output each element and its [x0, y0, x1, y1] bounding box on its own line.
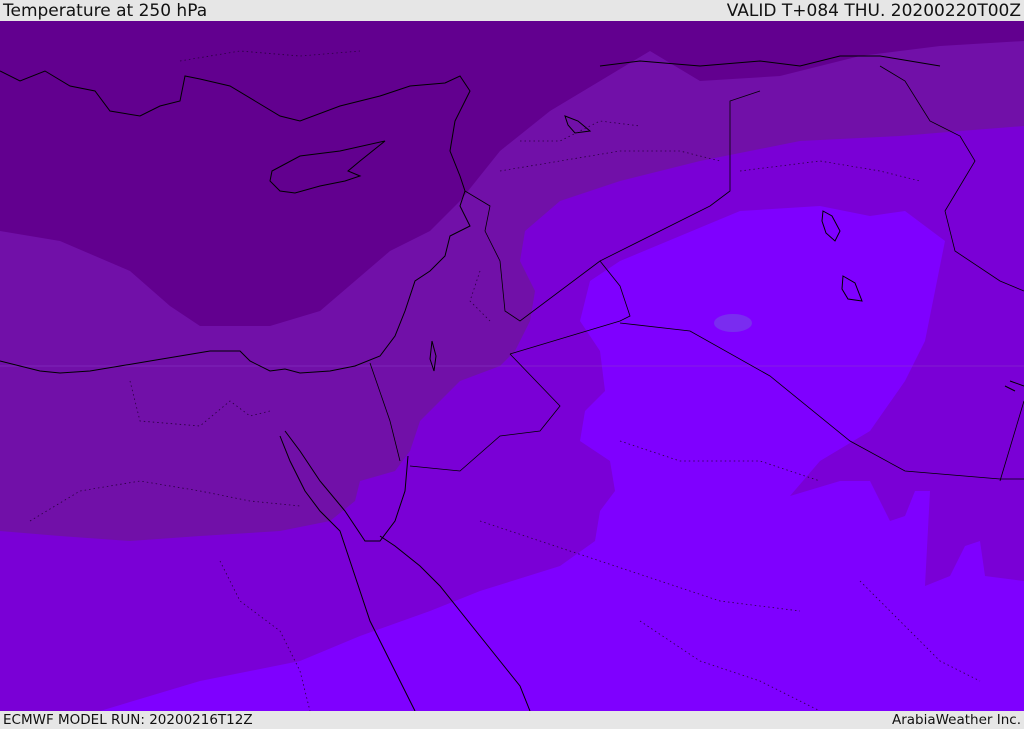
model-run-label: ECMWF MODEL RUN: 20200216T12Z	[3, 712, 253, 728]
warm-spot	[714, 314, 752, 332]
header-bar: Temperature at 250 hPa VALID T+084 THU. …	[0, 0, 1024, 21]
temperature-map[interactable]	[0, 21, 1024, 711]
valid-time-label: VALID T+084 THU. 20200220T00Z	[726, 0, 1021, 21]
credit-label: ArabiaWeather Inc.	[891, 712, 1021, 728]
map-canvas	[0, 21, 1024, 711]
map-title: Temperature at 250 hPa	[3, 0, 208, 21]
footer-bar: ECMWF MODEL RUN: 20200216T12Z ArabiaWeat…	[0, 711, 1024, 729]
